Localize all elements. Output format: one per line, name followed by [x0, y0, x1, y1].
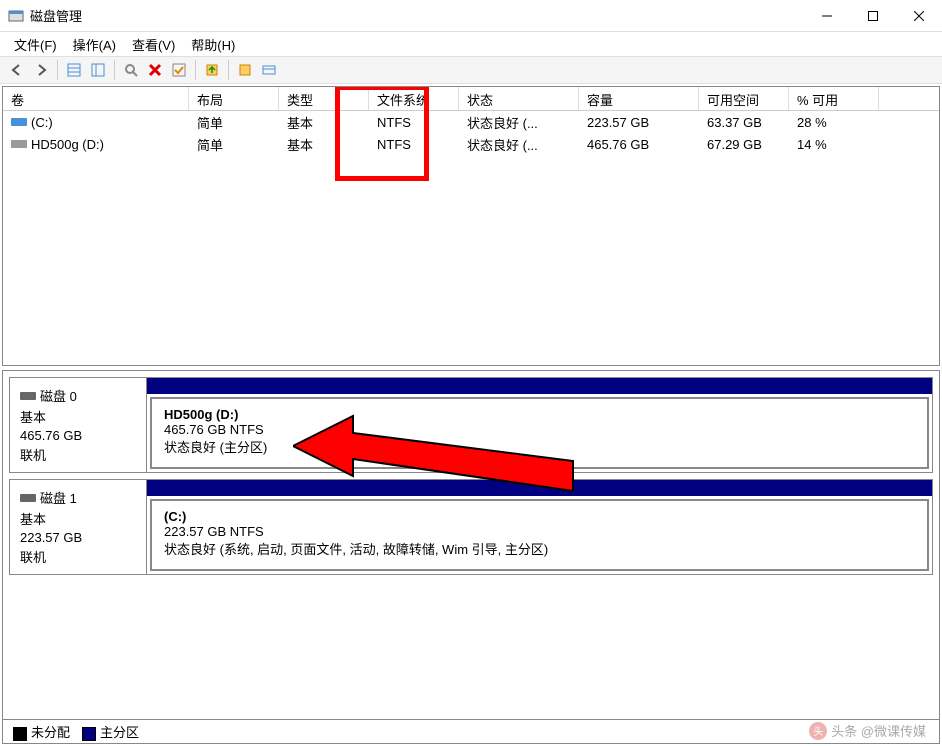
cell-fs: NTFS — [369, 136, 459, 153]
back-button[interactable] — [6, 59, 28, 81]
disk-block: 磁盘 0 基本 465.76 GB 联机 HD500g (D:) 465.76 … — [9, 377, 933, 473]
col-layout[interactable]: 布局 — [189, 87, 279, 110]
menu-view[interactable]: 查看(V) — [126, 33, 181, 56]
legend-unallocated: 未分配 — [13, 722, 70, 741]
disk-graphical-pane[interactable]: 磁盘 0 基本 465.76 GB 联机 HD500g (D:) 465.76 … — [2, 370, 940, 744]
watermark-text: 头条 @微课传媒 — [831, 721, 926, 740]
volume-row[interactable]: (C:) 简单 基本 NTFS 状态良好 (... 223.57 GB 63.3… — [3, 111, 939, 133]
partition-block[interactable]: HD500g (D:) 465.76 GB NTFS 状态良好 (主分区) — [150, 397, 929, 469]
separator — [114, 60, 115, 80]
settings-button[interactable] — [87, 59, 109, 81]
forward-button[interactable] — [30, 59, 52, 81]
disk-partitions: (C:) 223.57 GB NTFS 状态良好 (系统, 启动, 页面文件, … — [147, 479, 933, 575]
maximize-button[interactable] — [850, 0, 896, 32]
disk-online: 联机 — [20, 445, 136, 464]
partition-name: HD500g (D:) — [164, 407, 915, 422]
col-volume[interactable]: 卷 — [3, 87, 189, 110]
cell-layout: 简单 — [189, 134, 279, 155]
separator — [195, 60, 196, 80]
cell-type: 基本 — [279, 134, 369, 155]
cell-status: 状态良好 (... — [459, 134, 579, 155]
legend-bar: 未分配 主分区 — [3, 719, 939, 743]
volume-list-header: 卷 布局 类型 文件系统 状态 容量 可用空间 % 可用 — [3, 87, 939, 111]
cell-free: 67.29 GB — [699, 136, 789, 153]
refresh-button[interactable] — [120, 59, 142, 81]
minimize-button[interactable] — [804, 0, 850, 32]
options-button[interactable] — [258, 59, 280, 81]
cell-pct: 14 % — [789, 136, 879, 153]
swatch-primary-icon — [82, 727, 96, 741]
watermark: 头 头条 @微课传媒 — [809, 721, 926, 740]
partition-block[interactable]: (C:) 223.57 GB NTFS 状态良好 (系统, 启动, 页面文件, … — [150, 499, 929, 571]
check-button[interactable] — [168, 59, 190, 81]
col-filesystem[interactable]: 文件系统 — [369, 87, 459, 110]
toolbar — [0, 56, 942, 84]
window-title: 磁盘管理 — [30, 6, 804, 25]
title-bar: 磁盘管理 — [0, 0, 942, 32]
menu-bar: 文件(F) 操作(A) 查看(V) 帮助(H) — [0, 32, 942, 56]
col-pct[interactable]: % 可用 — [789, 87, 879, 110]
cell-capacity: 465.76 GB — [579, 136, 699, 153]
partition-size: 465.76 GB NTFS — [164, 422, 915, 437]
partition-size: 223.57 GB NTFS — [164, 524, 915, 539]
volume-rows: (C:) 简单 基本 NTFS 状态良好 (... 223.57 GB 63.3… — [3, 111, 939, 155]
disk-partitions: HD500g (D:) 465.76 GB NTFS 状态良好 (主分区) — [147, 377, 933, 473]
volume-name: (C:) — [31, 115, 53, 130]
cell-free: 63.37 GB — [699, 114, 789, 131]
menu-action[interactable]: 操作(A) — [67, 33, 122, 56]
partition-status: 状态良好 (系统, 启动, 页面文件, 活动, 故障转储, Wim 引导, 主分… — [164, 539, 915, 558]
drive-icon — [11, 138, 27, 150]
drive-icon — [11, 116, 27, 128]
disk-icon — [20, 492, 36, 504]
cell-status: 状态良好 (... — [459, 112, 579, 133]
disk-icon — [20, 390, 36, 402]
partition-name: (C:) — [164, 509, 915, 524]
partition-header-bar — [147, 378, 932, 394]
view-list-button[interactable] — [63, 59, 85, 81]
disk-name: 磁盘 0 — [40, 386, 77, 405]
disk-type: 基本 — [20, 407, 136, 426]
upload-button[interactable] — [201, 59, 223, 81]
filter-button[interactable] — [234, 59, 256, 81]
swatch-unallocated-icon — [13, 727, 27, 741]
disk-size: 223.57 GB — [20, 530, 136, 545]
disk-name: 磁盘 1 — [40, 488, 77, 507]
partition-status: 状态良好 (主分区) — [164, 437, 915, 456]
volume-name: HD500g (D:) — [31, 137, 104, 152]
delete-button[interactable] — [144, 59, 166, 81]
partition-header-bar — [147, 480, 932, 496]
window-controls — [804, 0, 942, 32]
close-button[interactable] — [896, 0, 942, 32]
disk-label-panel[interactable]: 磁盘 0 基本 465.76 GB 联机 — [9, 377, 147, 473]
disk-block: 磁盘 1 基本 223.57 GB 联机 (C:) 223.57 GB NTFS… — [9, 479, 933, 575]
col-status[interactable]: 状态 — [459, 87, 579, 110]
cell-capacity: 223.57 GB — [579, 114, 699, 131]
cell-fs: NTFS — [369, 114, 459, 131]
col-type[interactable]: 类型 — [279, 87, 369, 110]
menu-help[interactable]: 帮助(H) — [185, 33, 241, 56]
cell-layout: 简单 — [189, 112, 279, 133]
watermark-icon: 头 — [809, 722, 827, 740]
disk-online: 联机 — [20, 547, 136, 566]
disk-label-panel[interactable]: 磁盘 1 基本 223.57 GB 联机 — [9, 479, 147, 575]
legend-primary: 主分区 — [82, 722, 139, 741]
cell-pct: 28 % — [789, 114, 879, 131]
cell-type: 基本 — [279, 112, 369, 133]
volume-row[interactable]: HD500g (D:) 简单 基本 NTFS 状态良好 (... 465.76 … — [3, 133, 939, 155]
app-icon — [8, 8, 24, 24]
menu-file[interactable]: 文件(F) — [8, 33, 63, 56]
col-capacity[interactable]: 容量 — [579, 87, 699, 110]
volume-list-pane[interactable]: 卷 布局 类型 文件系统 状态 容量 可用空间 % 可用 (C:) 简单 基本 … — [2, 86, 940, 366]
separator — [228, 60, 229, 80]
disk-size: 465.76 GB — [20, 428, 136, 443]
disk-type: 基本 — [20, 509, 136, 528]
col-free[interactable]: 可用空间 — [699, 87, 789, 110]
separator — [57, 60, 58, 80]
